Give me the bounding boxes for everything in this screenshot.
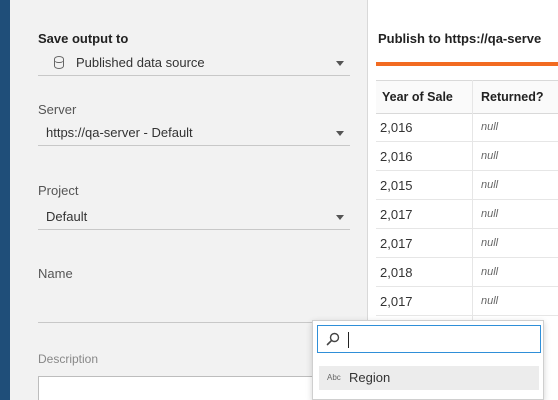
cell-returned: null xyxy=(481,179,499,191)
publish-target-heading: Publish to https://qa-serve xyxy=(378,31,542,46)
database-icon xyxy=(53,56,64,69)
cell-year-of-sale: 2,018 xyxy=(380,265,413,280)
cell-returned: null xyxy=(481,266,499,278)
table-row: 2,017 null xyxy=(376,230,558,258)
cell-year-of-sale: 2,015 xyxy=(380,178,413,193)
column-header-year-of-sale[interactable]: Year of Sale xyxy=(382,90,453,104)
field-option-region[interactable]: Abc Region xyxy=(319,366,539,390)
description-textarea[interactable] xyxy=(38,376,350,400)
column-separator xyxy=(472,80,473,320)
field-search-input[interactable] xyxy=(317,325,541,353)
table-row: 2,016 null xyxy=(376,114,558,142)
search-icon xyxy=(326,332,340,346)
cell-returned: null xyxy=(481,237,499,249)
cell-year-of-sale: 2,016 xyxy=(380,120,413,135)
field-option-label: Region xyxy=(349,370,391,385)
output-type-select[interactable]: Published data source xyxy=(38,52,350,76)
left-accent-bar xyxy=(0,0,10,400)
output-type-value: Published data source xyxy=(76,55,205,70)
field-picker-popup: Abc Region xyxy=(312,320,544,400)
project-value: Default xyxy=(46,209,88,224)
cell-returned: null xyxy=(481,208,499,220)
chevron-down-icon xyxy=(336,215,344,220)
chevron-down-icon xyxy=(336,131,344,136)
cell-returned: null xyxy=(481,121,499,133)
cell-year-of-sale: 2,017 xyxy=(380,207,413,222)
selected-tab-indicator xyxy=(376,62,558,66)
server-select[interactable]: https://qa-server - Default xyxy=(38,122,350,146)
name-input[interactable] xyxy=(38,322,350,323)
string-type-icon: Abc xyxy=(327,373,341,382)
column-header-returned[interactable]: Returned? xyxy=(481,90,544,104)
name-label: Name xyxy=(38,266,73,281)
table-row: 2,017 null xyxy=(376,288,558,316)
table-row: 2,016 null xyxy=(376,143,558,171)
table-row: 2,017 null xyxy=(376,201,558,229)
table-row: 2,018 null xyxy=(376,259,558,287)
server-label: Server xyxy=(38,102,77,117)
project-label: Project xyxy=(38,183,79,198)
grid-header-row: Year of Sale Returned? xyxy=(376,80,558,114)
cell-year-of-sale: 2,017 xyxy=(380,236,413,251)
cell-year-of-sale: 2,017 xyxy=(380,294,413,309)
cell-year-of-sale: 2,016 xyxy=(380,149,413,164)
project-select[interactable]: Default xyxy=(38,206,350,230)
chevron-down-icon xyxy=(336,61,344,66)
server-value: https://qa-server - Default xyxy=(46,125,193,140)
description-label: Description xyxy=(38,352,99,366)
save-output-title: Save output to xyxy=(38,31,129,46)
cell-returned: null xyxy=(481,150,499,162)
text-cursor xyxy=(348,332,349,348)
table-row: 2,015 null xyxy=(376,172,558,200)
cell-returned: null xyxy=(481,295,499,307)
